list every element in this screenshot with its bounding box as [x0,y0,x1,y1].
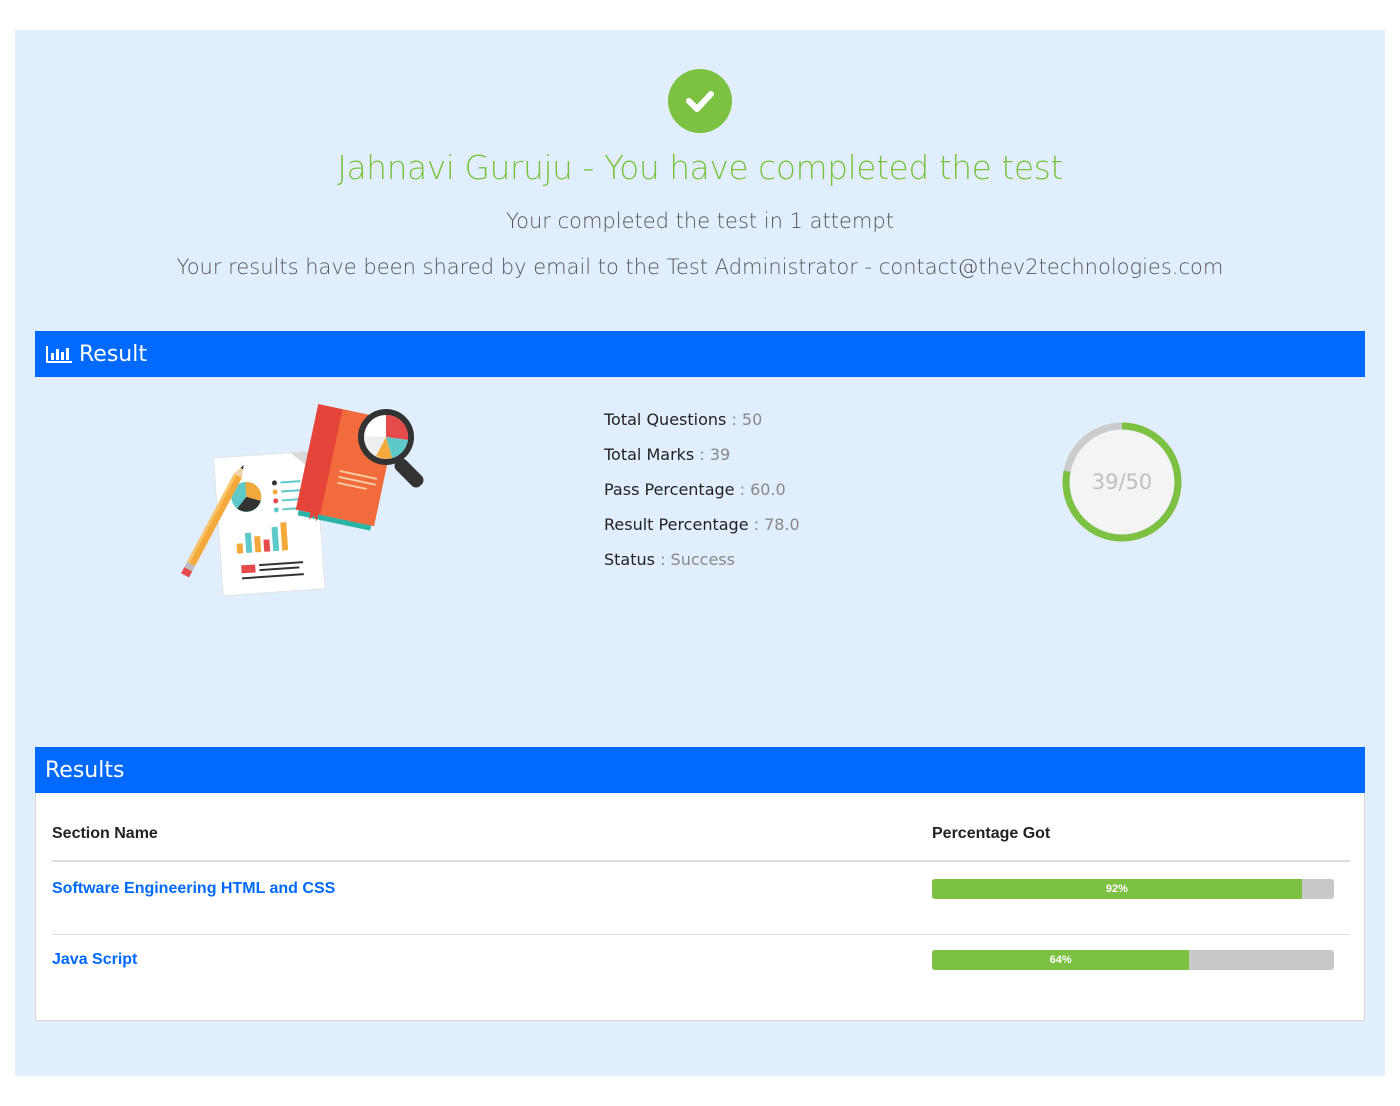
result-heading: Result [79,341,147,367]
row-divider [52,934,1350,935]
stat-total-questions: Total Questions : 50 [604,410,763,429]
progress-fill: 92% [932,879,1302,899]
header-divider [52,860,1350,862]
result-stats: Total Questions : 50 Total Marks : 39 Pa… [604,406,800,581]
progress-bar: 64% [932,950,1334,970]
results-heading: Results [45,757,125,783]
section-link-html-css[interactable]: Software Engineering HTML and CSS [52,880,335,898]
check-circle-icon [668,69,732,133]
stat-result-percentage: Result Percentage : 78.0 [604,515,800,534]
section-link-javascript[interactable]: Java Script [52,951,137,969]
shared-email-text: Your results have been shared by email t… [176,255,1224,279]
progress-fill: 64% [932,950,1190,970]
bar-chart-icon [45,344,73,364]
result-panel-header: Result [35,331,1365,377]
attempts-text: Your completed the test in 1 attempt [506,209,894,233]
completion-title: Jahnavi Guruju - You have completed the … [337,148,1063,187]
report-illustration [180,400,450,605]
stat-total-marks: Total Marks : 39 [604,445,731,464]
column-header-section: Section Name [52,825,158,842]
results-panel-header: Results [35,747,1365,793]
progress-bar: 92% [932,879,1334,899]
stat-status: Status : Success [604,550,735,569]
stat-pass-percentage: Pass Percentage : 60.0 [604,480,786,499]
column-header-percentage: Percentage Got [932,825,1051,842]
results-table: Section Name Percentage Got Software Eng… [35,793,1365,1021]
score-text: 39/50 [1091,470,1153,494]
